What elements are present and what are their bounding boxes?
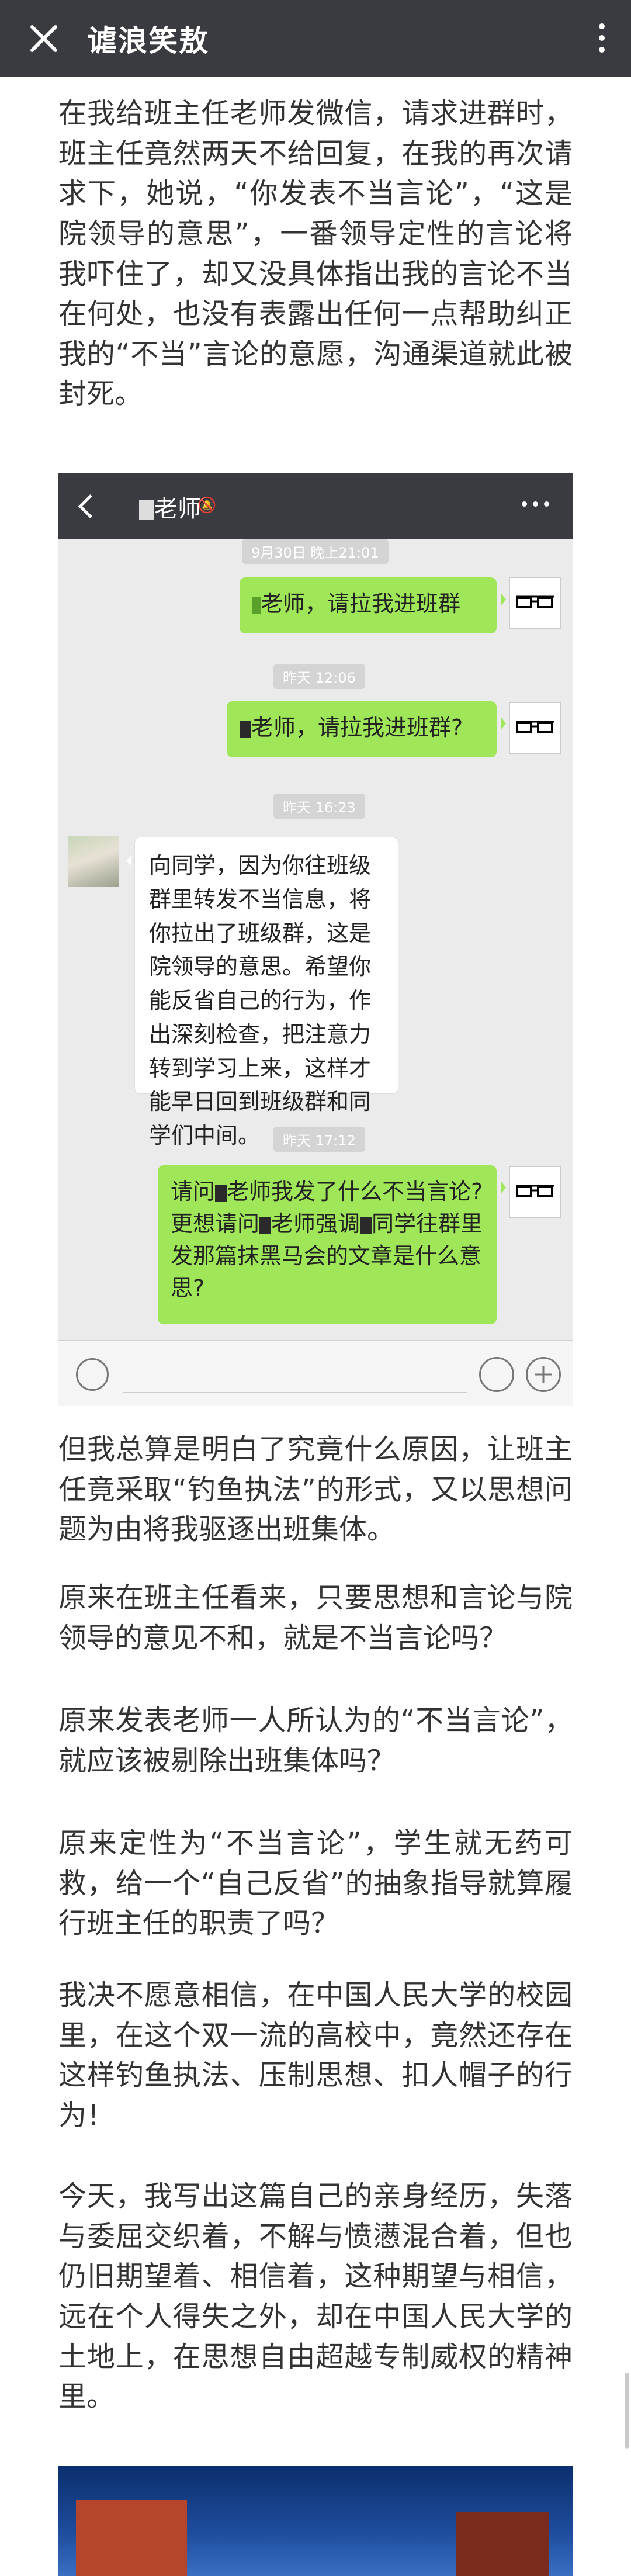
avatar xyxy=(509,577,561,629)
close-button[interactable] xyxy=(0,0,88,77)
chat-input-field xyxy=(123,1355,467,1393)
avatar xyxy=(509,702,561,754)
message-outgoing: 请问 老师我发了什么不当言论?更想请问 老师强调 同学往群里发那篇抹黑马会的文章是什么… xyxy=(158,1165,506,1324)
voice-icon xyxy=(76,1358,109,1391)
message-outgoing: 老师，请拉我进班群? xyxy=(227,701,506,757)
article-paragraph: 但我总算是明白了究竟什么原因，让班主任竟采取“钓鱼执法”的形式，又以思想问题为由… xyxy=(58,1433,573,1546)
article-paragraph: 我决不愿意相信，在中国人民大学的校园里，在这个双一流的高校中，竟然还存在这样钓鱼… xyxy=(58,1979,573,2132)
chat-screenshot: 老师 🔕 9月30日 晚上21:01 老师，请拉我进班群 昨天 12:06 老师… xyxy=(58,473,573,1406)
mute-icon: 🔕 xyxy=(197,497,217,514)
redaction xyxy=(360,1216,372,1234)
timestamp: 昨天 16:23 xyxy=(273,794,365,819)
article-paragraph: 原来在班主任看来，只要思想和言论与院领导的意见不和，就是不当言论吗？ xyxy=(58,1581,573,1654)
timestamp: 9月30日 晚上21:01 xyxy=(242,539,389,564)
back-icon xyxy=(78,494,103,519)
more-button[interactable] xyxy=(596,23,608,56)
emoji-icon xyxy=(479,1357,514,1392)
article-paragraph: 原来定性为“不当言论”，学生就无药可救，给一个“自己反省”的抽象指导就算履行班主… xyxy=(58,1827,573,1940)
close-icon xyxy=(30,25,57,52)
redaction xyxy=(240,720,251,738)
redaction xyxy=(215,1184,227,1202)
photo-building xyxy=(456,2512,549,2576)
redaction xyxy=(259,1216,272,1234)
article-paragraph: 在我给班主任老师发微信，请求进群时，班主任竟然两天不给回复，在我的再次请求下，她… xyxy=(58,97,573,411)
avatar xyxy=(68,836,119,887)
chat-input-bar xyxy=(58,1340,573,1406)
message-incoming: 向同学，因为你往班级群里转发不当信息，将你拉出了班级群，这是院领导的意思。希望你… xyxy=(127,837,398,1148)
avatar xyxy=(509,1166,561,1218)
scrollbar[interactable] xyxy=(625,2373,629,2449)
chat-more-icon xyxy=(522,501,549,507)
chat-header: 老师 🔕 xyxy=(58,473,573,539)
article-photo xyxy=(58,2466,573,2576)
article-paragraph: 今天，我写出这篇自己的亲身经历，失落与委屈交织着，不解与愤懑混合着，但也仍旧期望… xyxy=(58,2180,573,2414)
article-paragraph: 原来发表老师一人所认为的“不当言论”，就应该被剔除出班集体吗？ xyxy=(58,1704,573,1777)
message-outgoing: 老师，请拉我进班群 xyxy=(240,577,506,633)
chat-contact-name: 老师 xyxy=(139,490,201,524)
page-title: 谑浪笑敖 xyxy=(88,24,209,58)
plus-icon xyxy=(526,1357,561,1392)
timestamp: 昨天 12:06 xyxy=(273,664,365,689)
top-bar: 谑浪笑敖 xyxy=(0,0,631,77)
timestamp: 昨天 17:12 xyxy=(273,1127,365,1152)
redaction xyxy=(139,500,154,520)
more-icon xyxy=(599,23,605,29)
redaction xyxy=(252,596,261,614)
photo-building xyxy=(76,2500,187,2576)
